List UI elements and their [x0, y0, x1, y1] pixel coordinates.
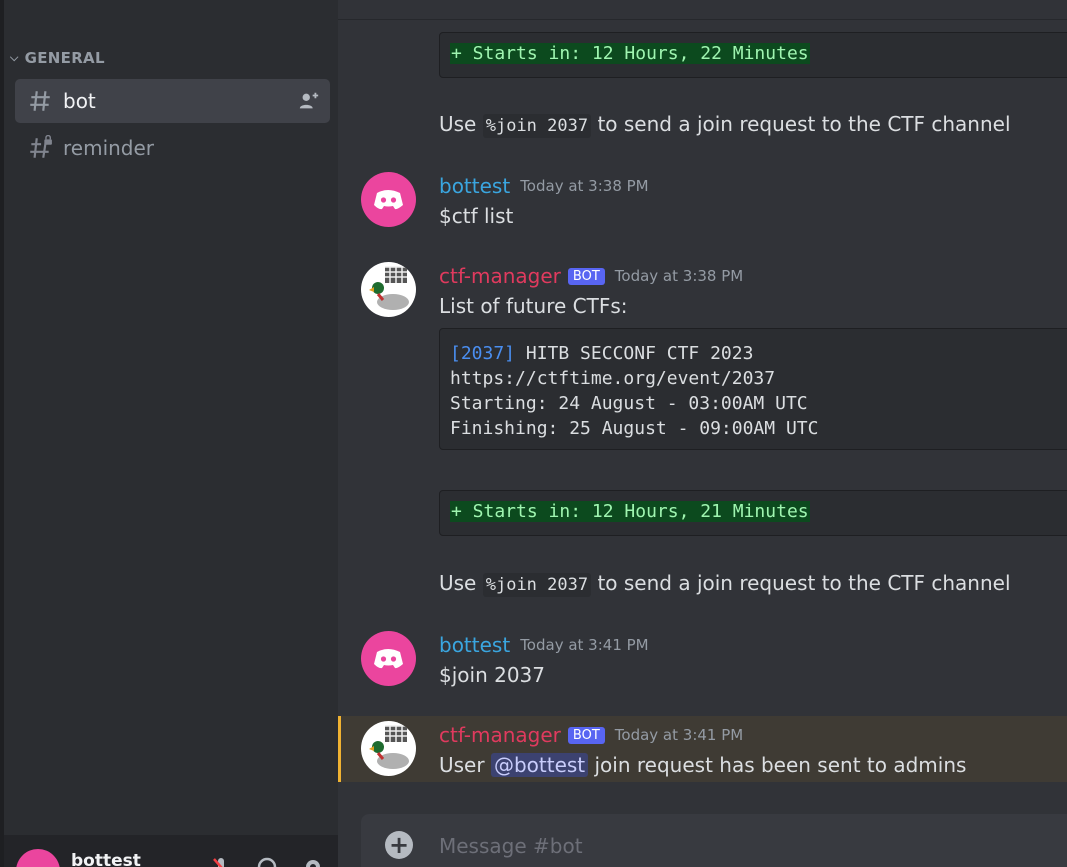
message-composer[interactable]: + Message #bot: [361, 814, 1067, 867]
instruction-suffix: to send a join request to the CTF channe…: [591, 112, 1011, 136]
join-instructions: Use %join 2037 to send a join request to…: [439, 112, 1011, 138]
hash-lock-icon: [30, 135, 52, 158]
text-suffix: join request has been sent to admins: [588, 753, 967, 777]
avatar[interactable]: [361, 631, 416, 686]
inline-code: %join 2037: [482, 573, 592, 597]
timestamp: Today at 3:38 PM: [614, 267, 744, 285]
message-item[interactable]: bottest Today at 3:41 PM $join 2037: [338, 631, 1067, 691]
bot-badge: BOT: [567, 267, 605, 285]
message-item[interactable]: ctf-manager BOT Today at 3:38 PM List of…: [338, 262, 1067, 597]
add-member-icon[interactable]: [298, 90, 320, 112]
timestamp: Today at 3:41 PM: [520, 636, 649, 654]
timestamp: Today at 3:41 PM: [614, 726, 744, 744]
author-name[interactable]: ctf-manager: [439, 723, 561, 747]
text-prefix: User: [439, 753, 491, 777]
message-header: ctf-manager BOT Today at 3:38 PM: [439, 264, 743, 288]
category-label: GENERAL: [24, 49, 105, 67]
code-line-start: Starting: 24 August - 03:00AM UTC: [450, 393, 808, 414]
hash-icon: [30, 91, 50, 111]
join-instructions: Use %join 2037 to send a join request to…: [439, 571, 1011, 597]
author-name[interactable]: bottest: [439, 174, 510, 198]
channel-header-divider: [338, 0, 1067, 20]
message-text: $ctf list: [439, 204, 514, 228]
category-general[interactable]: ⌵ GENERAL: [10, 49, 105, 67]
message-input[interactable]: Message #bot: [439, 834, 583, 858]
countdown-diff-block: + Starts in: 12 Hours, 21 Minutes: [439, 490, 1067, 536]
message-header: ctf-manager BOT Today at 3:41 PM: [439, 723, 743, 747]
chevron-down-icon: ⌵: [10, 51, 19, 64]
countdown-text: + Starts in: 12 Hours, 21 Minutes: [450, 501, 810, 522]
message-text: List of future CTFs:: [439, 294, 628, 318]
code-line-finish: Finishing: 25 August - 09:00AM UTC: [450, 418, 819, 439]
bot-badge: BOT: [567, 726, 605, 744]
countdown-text: + Starts in: 12 Hours, 22 Minutes: [450, 43, 810, 64]
discord-app: ⌵ GENERAL bot reminder bottest + Starts …: [0, 0, 1067, 867]
message-item[interactable]: ctf-manager BOT Today at 3:41 PM User @b…: [338, 721, 1067, 781]
sidebar-item-reminder[interactable]: reminder: [15, 126, 330, 170]
channel-name: bot: [63, 89, 96, 113]
avatar[interactable]: [16, 849, 60, 867]
channel-name: reminder: [63, 136, 155, 160]
instruction-prefix: Use: [439, 571, 483, 595]
duck-avatar-icon: [369, 725, 409, 769]
code-line-url: https://ctftime.org/event/2037: [450, 368, 776, 389]
gear-icon[interactable]: [301, 855, 325, 867]
user-name: bottest: [71, 851, 141, 867]
instruction-suffix: to send a join request to the CTF channe…: [591, 571, 1011, 595]
headphones-icon[interactable]: [255, 855, 279, 867]
inline-code: %join 2037: [482, 114, 592, 138]
duck-avatar-icon: [369, 266, 409, 310]
ctf-id-tag: [2037]: [450, 343, 516, 364]
channel-sidebar: ⌵ GENERAL bot reminder bottest: [0, 0, 338, 867]
ctf-title: HITB SECCONF CTF 2023: [515, 343, 754, 364]
avatar[interactable]: [361, 721, 416, 776]
code-line-title: [2037] HITB SECCONF CTF 2023: [450, 341, 1067, 366]
message-header: bottest Today at 3:41 PM: [439, 633, 649, 657]
sidebar-item-bot[interactable]: bot: [15, 79, 330, 123]
user-controls: [209, 855, 325, 867]
instruction-prefix: Use: [439, 112, 483, 136]
message-item[interactable]: bottest Today at 3:38 PM $ctf list: [338, 172, 1067, 232]
avatar[interactable]: [361, 172, 416, 227]
countdown-diff-block: + Starts in: 12 Hours, 22 Minutes: [439, 32, 1067, 78]
server-rail-edge: [0, 0, 4, 867]
chat-area: + Starts in: 12 Hours, 22 Minutes Use %j…: [338, 0, 1067, 867]
discord-logo-icon: [374, 190, 403, 210]
discord-logo-icon: [374, 649, 403, 669]
author-name[interactable]: bottest: [439, 633, 510, 657]
user-panel: bottest: [4, 835, 338, 867]
message-header: bottest Today at 3:38 PM: [439, 174, 649, 198]
ctf-list-code-block: [2037] HITB SECCONF CTF 2023 https://ctf…: [439, 328, 1067, 450]
author-name[interactable]: ctf-manager: [439, 264, 561, 288]
message-text: User @bottest join request has been sent…: [439, 753, 966, 777]
add-attachment-button[interactable]: +: [385, 831, 413, 859]
user-mention[interactable]: @bottest: [490, 753, 589, 777]
message-text: $join 2037: [439, 663, 546, 687]
avatar[interactable]: [361, 262, 416, 317]
timestamp: Today at 3:38 PM: [520, 177, 649, 195]
microphone-muted-icon[interactable]: [209, 855, 233, 867]
